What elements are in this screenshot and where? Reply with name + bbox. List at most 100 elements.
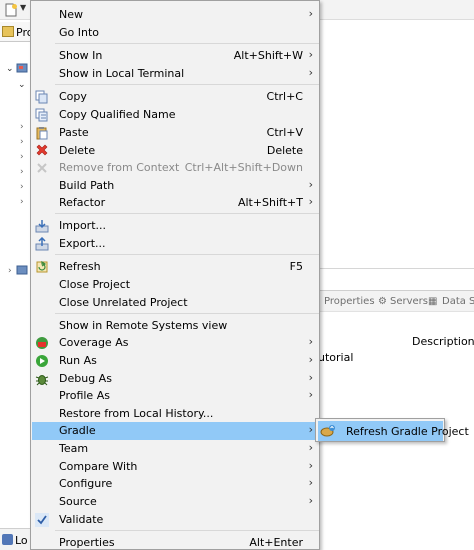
context-menu: New › Go Into Show In Alt+Shift+W › Show… xyxy=(30,0,320,550)
menu-item-restore-from-local-history[interactable]: Restore from Local History... xyxy=(32,405,319,423)
menu-item-label: Delete xyxy=(59,144,96,157)
menu-item-remove-from-context[interactable]: Remove from Context Ctrl+Alt+Shift+Down xyxy=(32,159,319,177)
tab-label: Lo xyxy=(15,534,28,547)
menu-item-label: Remove from Context xyxy=(59,161,180,174)
tree-collapse-icon[interactable]: › xyxy=(20,152,24,162)
menu-item-show-in-local-terminal[interactable]: Show in Local Terminal › xyxy=(32,65,319,83)
menu-item-delete[interactable]: Delete Delete xyxy=(32,142,319,160)
shortcut-label: F5 xyxy=(289,260,303,273)
submenu-arrow-icon: › xyxy=(308,48,313,61)
coverage-icon xyxy=(35,336,49,350)
menu-item-label: Export... xyxy=(59,237,106,250)
table-row[interactable]: utorial xyxy=(318,351,353,364)
menu-item-label: Coverage As xyxy=(59,336,129,349)
menu-item-team[interactable]: Team › xyxy=(32,440,319,458)
submenu-arrow-icon: › xyxy=(308,371,313,384)
tab-data-source[interactable]: Data Sc xyxy=(442,296,474,307)
tree-collapse-icon[interactable]: › xyxy=(20,167,24,177)
menu-item-copy-qualified-name[interactable]: Copy Qualified Name xyxy=(32,106,319,124)
menu-item-profile-as[interactable]: Profile As › xyxy=(32,387,319,405)
servers-icon: ⚙ xyxy=(378,296,387,307)
editor-area xyxy=(318,0,474,550)
separator xyxy=(55,530,319,531)
tree-expand-icon[interactable]: ⌄ xyxy=(18,80,26,90)
submenu-arrow-icon: › xyxy=(308,476,313,489)
project-icon xyxy=(16,62,28,74)
chevron-down-icon[interactable]: ▼ xyxy=(20,3,26,12)
shortcut-label: Ctrl+C xyxy=(266,90,303,103)
menu-item-label: New xyxy=(59,8,83,21)
menu-item-validate[interactable]: Validate xyxy=(32,511,319,529)
tab-project-explorer[interactable]: Pro xyxy=(0,22,33,42)
menu-item-label: Copy xyxy=(59,90,87,103)
menu-item-refresh[interactable]: Refresh F5 xyxy=(32,258,319,276)
submenu-arrow-icon: › xyxy=(308,195,313,208)
menu-item-label: Source xyxy=(59,495,97,508)
refresh-icon xyxy=(35,260,49,274)
menu-item-label: Close Unrelated Project xyxy=(59,296,188,309)
shortcut-label: Ctrl+V xyxy=(266,126,303,139)
menu-item-label: Refresh xyxy=(59,260,101,273)
tree-collapse-icon[interactable]: › xyxy=(20,197,24,207)
menu-item-show-in-remote-systems-view[interactable]: Show in Remote Systems view xyxy=(32,317,319,335)
menu-item-paste[interactable]: Paste Ctrl+V xyxy=(32,124,319,142)
submenu-arrow-icon: › xyxy=(308,441,313,454)
menu-item-copy[interactable]: Copy Ctrl+C xyxy=(32,88,319,106)
separator xyxy=(55,254,319,255)
menu-item-refactor[interactable]: Refactor Alt+Shift+T › xyxy=(32,194,319,212)
menu-item-configure[interactable]: Configure › xyxy=(32,475,319,493)
tree-collapse-icon[interactable]: › xyxy=(20,122,24,132)
menu-item-close-project[interactable]: Close Project xyxy=(32,276,319,294)
menu-item-compare-with[interactable]: Compare With › xyxy=(32,458,319,476)
menu-item-label: Import... xyxy=(59,219,106,232)
separator xyxy=(55,43,319,44)
menu-item-gradle[interactable]: Gradle › xyxy=(32,422,319,440)
menu-item-label: Compare With xyxy=(59,460,138,473)
shortcut-label: Delete xyxy=(266,144,303,157)
import-icon xyxy=(35,219,49,233)
copy-icon xyxy=(35,90,49,104)
submenu-arrow-icon: › xyxy=(308,66,313,79)
views-tab-bar: Properties ⚙ Servers ▦ Data Sc xyxy=(318,290,474,312)
menu-item-go-into[interactable]: Go Into xyxy=(32,24,319,42)
folder-icon xyxy=(2,26,14,37)
menu-item-refresh-gradle-project[interactable]: Refresh Gradle Project xyxy=(318,421,469,441)
shortcut-label: Ctrl+Alt+Shift+Down xyxy=(184,161,303,174)
menu-item-close-unrelated-project[interactable]: Close Unrelated Project xyxy=(32,294,319,312)
tree-collapse-icon[interactable]: › xyxy=(8,266,12,276)
menu-item-run-as[interactable]: Run As › xyxy=(32,352,319,370)
tree-collapse-icon[interactable]: › xyxy=(20,182,24,192)
paste-icon xyxy=(35,126,49,140)
tree-collapse-icon[interactable]: › xyxy=(20,137,24,147)
tab-properties[interactable]: Properties xyxy=(324,296,375,307)
menu-item-show-in[interactable]: Show In Alt+Shift+W › xyxy=(32,47,319,65)
menu-item-debug-as[interactable]: Debug As › xyxy=(32,370,319,388)
project-icon xyxy=(16,264,28,276)
menu-item-source[interactable]: Source › xyxy=(32,493,319,511)
debug-bug-icon xyxy=(35,372,49,386)
tab-bottom[interactable]: Lo xyxy=(0,528,32,550)
menu-item-export[interactable]: Export... xyxy=(32,235,319,253)
divider xyxy=(318,268,474,269)
column-header-description[interactable]: Description xyxy=(412,335,474,348)
remove-from-context-icon xyxy=(35,161,49,175)
menu-item-properties[interactable]: Properties Alt+Enter xyxy=(32,534,319,550)
menu-item-new[interactable]: New › xyxy=(32,6,319,24)
submenu-arrow-icon: › xyxy=(308,178,313,191)
tab-servers[interactable]: Servers xyxy=(390,296,428,307)
menu-item-import[interactable]: Import... xyxy=(32,217,319,235)
menu-item-label: Show In xyxy=(59,49,103,62)
menu-item-label: Paste xyxy=(59,126,89,139)
menu-item-label: Team xyxy=(59,442,89,455)
export-icon xyxy=(35,237,49,251)
menu-item-label: Run As xyxy=(59,354,97,367)
menu-item-build-path[interactable]: Build Path › xyxy=(32,177,319,195)
menu-item-label: Copy Qualified Name xyxy=(59,108,176,121)
submenu-arrow-icon: › xyxy=(308,353,313,366)
menu-item-label: Properties xyxy=(59,536,115,549)
new-file-icon[interactable] xyxy=(4,3,18,17)
menu-item-label: Close Project xyxy=(59,278,131,291)
tree-expand-icon[interactable]: ⌄ xyxy=(6,64,14,74)
menu-item-coverage-as[interactable]: Coverage As › xyxy=(32,334,319,352)
menu-item-label: Refresh Gradle Project xyxy=(346,425,469,438)
